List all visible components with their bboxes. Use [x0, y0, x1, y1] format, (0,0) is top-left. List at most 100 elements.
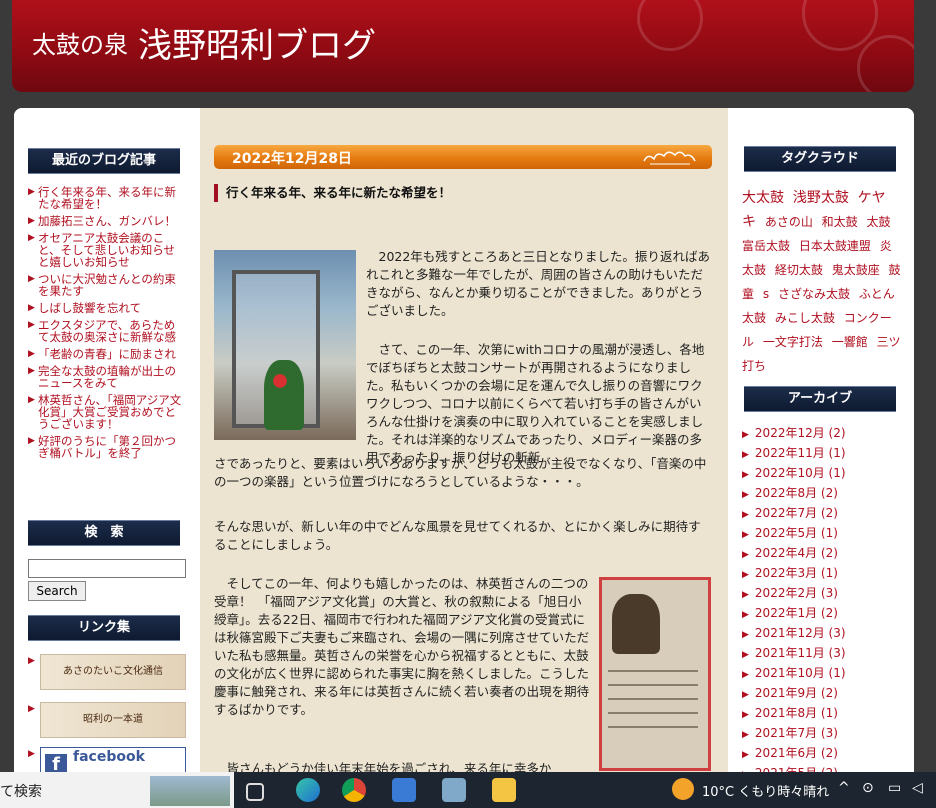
recent-post-title: 行く年来る年、来る年に新たな希望を！	[38, 185, 176, 211]
recent-post-link[interactable]: ▶ 加藤拓三さん、ガンバレ！	[28, 215, 186, 227]
chrome-browser-icon[interactable]	[342, 778, 366, 802]
photos-app-icon[interactable]	[442, 778, 466, 802]
archive-link[interactable]: ▶ 2021年6月 (2)	[742, 744, 902, 764]
network-icon[interactable]: ⊙	[862, 780, 874, 796]
bullet-arrow-icon: ▶	[28, 656, 35, 666]
archive-link[interactable]: ▶ 2022年1月 (2)	[742, 604, 902, 624]
recent-post-title: 好評のうちに「第２回かつぎ桶バトル」を終了	[38, 434, 176, 460]
recent-post-link[interactable]: ▶ 「老齢の青春」に励まされ	[28, 348, 186, 360]
taskbar-search-box[interactable]: て検索	[0, 772, 234, 808]
archive-month: 2021年9月 (2)	[754, 686, 838, 700]
weather-icon[interactable]	[672, 778, 694, 800]
tag-cloud: 大太鼓 浅野太鼓 ケヤキ あさの山 和太鼓 太鼓 富岳太鼓 日本太鼓連盟 炎太鼓…	[742, 186, 902, 378]
archive-link[interactable]: ▶ 2022年2月 (3)	[742, 584, 902, 604]
bullet-arrow-icon: ▶	[742, 610, 749, 620]
archive-link[interactable]: ▶ 2021年12月 (3)	[742, 624, 902, 644]
recent-post-link[interactable]: ▶ しばし鼓響を忘れて	[28, 302, 186, 314]
weather-status: 10°C くもり時々晴れ	[702, 785, 830, 800]
bullet-arrow-icon: ▶	[742, 530, 749, 540]
tag-link[interactable]: 一響館	[832, 335, 868, 349]
archive-link[interactable]: ▶ 2022年4月 (2)	[742, 544, 902, 564]
site-title-big: 浅野昭利ブログ	[138, 26, 376, 66]
post-photo-entrance[interactable]	[214, 250, 356, 440]
tag-link[interactable]: 太鼓	[867, 215, 891, 229]
archive-month: 2021年8月 (1)	[754, 706, 838, 720]
search-button[interactable]: Search	[28, 581, 86, 601]
post-paragraph-4: そしてこの一年、何よりも嬉しかったのは、林英哲さんの二つの受章！ 「福岡アジア文…	[214, 576, 590, 717]
archive-link[interactable]: ▶ 2022年5月 (1)	[742, 524, 902, 544]
recent-post-link[interactable]: ▶ 行く年来る年、来る年に新たな希望を！	[28, 186, 186, 210]
bullet-arrow-icon: ▶	[28, 349, 35, 359]
tag-link[interactable]: あさの山	[765, 215, 813, 229]
tag-link[interactable]: 一文字打法	[763, 335, 823, 349]
tag-link[interactable]: 経切太鼓	[775, 263, 823, 277]
bullet-arrow-icon: ▶	[742, 750, 749, 760]
battery-icon[interactable]: ▭	[888, 780, 901, 796]
recent-post-title: 「老齢の青春」に励まされ	[38, 347, 176, 361]
tag-link[interactable]: s	[763, 287, 769, 301]
bullet-arrow-icon: ▶	[742, 550, 749, 560]
post-title[interactable]: 行く年来る年、来る年に新たな希望を！	[214, 184, 724, 202]
volume-icon[interactable]: ◁	[912, 780, 923, 796]
recent-post-link[interactable]: ▶ ついに大沢勉さんとの約束を果たす	[28, 273, 186, 297]
site-header: 太鼓の泉 浅野昭利ブログ	[12, 0, 914, 92]
archive-link[interactable]: ▶ 2021年7月 (3)	[742, 724, 902, 744]
mail-app-icon[interactable]	[392, 778, 416, 802]
task-view-icon[interactable]	[246, 783, 264, 801]
page-container: 最近のブログ記事 ▶ 行く年来る年、来る年に新たな希望を！ ▶ 加藤拓三さん、ガンバレ…	[14, 108, 914, 808]
archive-link[interactable]: ▶ 2021年11月 (3)	[742, 644, 902, 664]
archive-month: 2022年10月 (1)	[754, 466, 846, 480]
archive-link[interactable]: ▶ 2022年11月 (1)	[742, 444, 902, 464]
recent-post-title: ついに大沢勉さんとの約束を果たす	[38, 272, 176, 298]
tag-link[interactable]: 日本太鼓連盟	[799, 239, 871, 253]
bullet-arrow-icon: ▶	[28, 749, 35, 759]
tag-link[interactable]: 富岳太鼓	[742, 239, 790, 253]
recent-post-link[interactable]: ▶ エクスタジアで、あらためて太鼓の奥深さに新鮮な感	[28, 319, 186, 343]
bullet-arrow-icon: ▶	[742, 450, 749, 460]
post-paragraph-3: そんな思いが、新しい年の中でどんな風景を見せてくれるか、とにかく楽しみに期待する…	[214, 519, 701, 552]
file-explorer-icon[interactable]	[492, 778, 516, 802]
newspaper-clipping-photo[interactable]	[599, 577, 711, 771]
archive-month: 2022年4月 (2)	[754, 546, 838, 560]
recent-posts-list: ▶ 行く年来る年、来る年に新たな希望を！ ▶ 加藤拓三さん、ガンバレ！ ▶ オセアニア太鼓…	[28, 186, 186, 464]
bullet-arrow-icon: ▶	[28, 395, 35, 405]
recent-post-link[interactable]: ▶ オセアニア太鼓会議のこと、そして悲しいお知らせと嬉しいお知らせ	[28, 232, 186, 268]
main-content: 2022年12月28日 行く年来る年、来る年に新たな希望を！ 2022年も残すと…	[200, 108, 728, 808]
bullet-arrow-icon: ▶	[28, 233, 35, 243]
link-banner-akitoshi[interactable]: 昭利の一本道	[40, 702, 186, 738]
archive-link[interactable]: ▶ 2021年9月 (2)	[742, 684, 902, 704]
recent-post-link[interactable]: ▶ 好評のうちに「第２回かつぎ桶バトル」を終了	[28, 435, 186, 459]
chevron-up-icon[interactable]: ^	[838, 780, 850, 796]
tag-link[interactable]: みこし太鼓	[775, 311, 835, 325]
post-date-bar: 2022年12月28日	[214, 145, 712, 169]
bullet-arrow-icon: ▶	[28, 436, 35, 446]
archive-link[interactable]: ▶ 2021年10月 (1)	[742, 664, 902, 684]
bullet-arrow-icon: ▶	[28, 216, 35, 226]
recent-post-link[interactable]: ▶ 林英哲さん、「福岡アジア文化賞」大賞ご受賞おめでとうございます！	[28, 394, 186, 430]
link-banner-asano-taiko[interactable]: あさのたいこ文化通信	[40, 654, 186, 690]
recent-post-link[interactable]: ▶ 完全な太鼓の埴輪が出土のニュースをみて	[28, 365, 186, 389]
archive-month: 2022年8月 (2)	[754, 486, 838, 500]
post-paragraph-2-cont: さであったりと、要素はいろいろありますが、どうも太鼓が主役でなくなり、「音楽の中…	[214, 456, 707, 489]
link-banner-label: 昭利の一本道	[83, 714, 143, 725]
tag-link[interactable]: 和太鼓	[822, 215, 858, 229]
right-sidebar: タグクラウド 大太鼓 浅野太鼓 ケヤキ あさの山 和太鼓 太鼓 富岳太鼓 日本太…	[728, 108, 914, 808]
archive-link[interactable]: ▶ 2022年10月 (1)	[742, 464, 902, 484]
bullet-arrow-icon: ▶	[28, 187, 35, 197]
tag-link[interactable]: さざなみ太鼓	[778, 287, 850, 301]
archive-month: 2022年1月 (2)	[754, 606, 838, 620]
archive-link[interactable]: ▶ 2022年3月 (1)	[742, 564, 902, 584]
tag-link[interactable]: 大太鼓	[742, 190, 784, 206]
search-input[interactable]	[28, 559, 186, 578]
archive-link[interactable]: ▶ 2022年12月 (2)	[742, 424, 902, 444]
edge-browser-icon[interactable]	[296, 778, 320, 802]
archive-link[interactable]: ▶ 2022年8月 (2)	[742, 484, 902, 504]
search-highlight-image	[150, 776, 230, 806]
archive-link[interactable]: ▶ 2021年8月 (1)	[742, 704, 902, 724]
bullet-arrow-icon: ▶	[28, 366, 35, 376]
bullet-arrow-icon: ▶	[742, 650, 749, 660]
tag-link[interactable]: 浅野太鼓	[793, 190, 849, 206]
archive-link[interactable]: ▶ 2022年7月 (2)	[742, 504, 902, 524]
tag-link[interactable]: 鬼太鼓座	[832, 263, 880, 277]
site-title[interactable]: 太鼓の泉 浅野昭利ブログ	[32, 18, 376, 67]
